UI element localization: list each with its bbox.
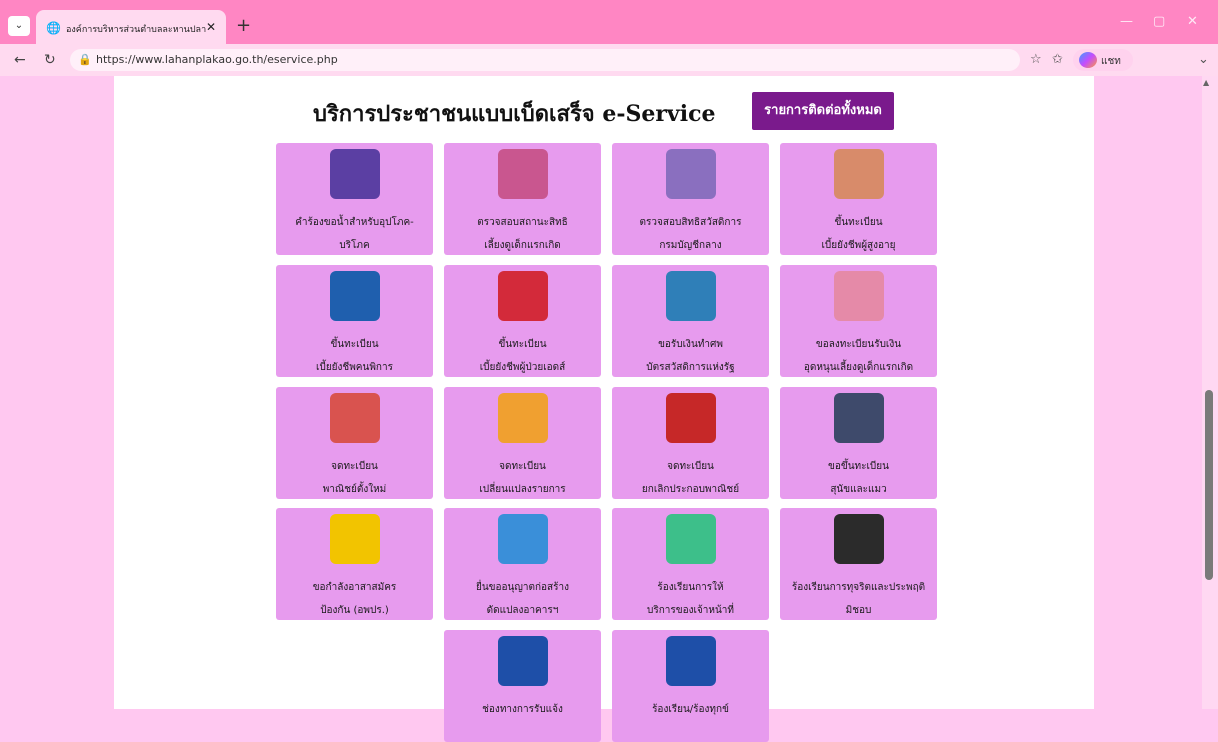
- service-label: ขอลงทะเบียนรับเงิน: [815, 339, 902, 350]
- service-label: พาณิชย์ตั้งใหม่: [322, 484, 387, 495]
- tab-actions-chevron-icon[interactable]: ⌄: [8, 16, 30, 36]
- service-card[interactable]: ขอขึ้นทะเบียนสุนัขและแมว: [780, 387, 937, 499]
- new-tab-button[interactable]: +: [236, 15, 251, 36]
- service-card[interactable]: ร้องเรียนการทุจริตและประพฤติมิชอบ: [780, 508, 937, 620]
- shop-storefront-icon: [330, 393, 380, 443]
- service-label: ตรวจสอบสิทธิสวัสดิการ: [639, 217, 742, 228]
- service-label: เลี้ยงดูเด็กแรกเกิด: [484, 240, 561, 251]
- all-contacts-button[interactable]: รายการติดต่อทั้งหมด: [752, 92, 894, 130]
- menu-chevron-icon[interactable]: ⌄: [1198, 52, 1209, 67]
- chat-complaint-icon: [666, 514, 716, 564]
- service-label: จดทะเบียน: [499, 461, 546, 472]
- service-label: ยื่นขออนุญาตก่อสร้าง: [475, 582, 570, 593]
- service-label: ขอกำลังอาสาสมัคร: [312, 582, 397, 593]
- service-label: ขอรับเงินทำศพ: [658, 339, 723, 350]
- buildings-icon: [498, 514, 548, 564]
- service-card[interactable]: ขึ้นทะเบียนเบี้ยยังชีพผู้ป่วยเอดส์: [444, 265, 601, 377]
- close-tab-icon[interactable]: ✕: [206, 20, 216, 34]
- service-label: ขึ้นทะเบียน: [330, 339, 379, 350]
- service-label: อุดหนุนเลี้ยงดูเด็กแรกเกิด: [803, 362, 914, 373]
- tab-bar: ⌄ 🌐 องค์การบริหารส่วนตำบลละหานปลาค้าว ✕ …: [0, 0, 1218, 44]
- service-card[interactable]: ขอลงทะเบียนรับเงินอุดหนุนเลี้ยงดูเด็กแรก…: [780, 265, 937, 377]
- service-label: ตรวจสอบสถานะสิทธิ: [477, 217, 568, 228]
- service-card[interactable]: คำร้องขอน้ำสำหรับอุปโภค- บริโภค: [276, 143, 433, 255]
- service-label: บริโภค: [339, 240, 370, 251]
- service-card[interactable]: ขอกำลังอาสาสมัครป้องกัน (อพปร.): [276, 508, 433, 620]
- page-title: บริการประชาชนแบบเบ็ดเสร็จ e-Service: [313, 101, 716, 127]
- back-icon[interactable]: ←: [14, 52, 26, 68]
- service-card[interactable]: ร้องเรียน/ร้องทุกข์: [612, 630, 769, 742]
- service-label: จดทะเบียน: [331, 461, 378, 472]
- favorite-star-icon[interactable]: ☆: [1030, 52, 1042, 67]
- service-label: ขอขึ้นทะเบียน: [828, 461, 889, 472]
- service-label: มิชอบ: [845, 605, 872, 616]
- comment-bubble-icon: [498, 636, 548, 686]
- comptroller-seal-icon: [666, 149, 716, 199]
- service-card[interactable]: ขอรับเงินทำศพบัตรสวัสดิการแห่งรัฐ: [612, 265, 769, 377]
- scrollbar-thumb[interactable]: [1205, 390, 1213, 580]
- mother-baby-icon: [498, 149, 548, 199]
- service-card[interactable]: ช่องทางการรับแจ้ง: [444, 630, 601, 742]
- service-label: กรมบัญชีกลาง: [659, 240, 722, 251]
- service-label: ดัดแปลงอาคารฯ: [486, 605, 559, 616]
- page-content: [114, 76, 1094, 709]
- elderly-couple-icon: [834, 149, 884, 199]
- service-label: ร้องเรียนการให้: [657, 582, 724, 593]
- wheelchair-icon: [330, 271, 380, 321]
- service-label: ป้องกัน (อพปร.): [320, 605, 389, 616]
- close-window-icon[interactable]: ✕: [1187, 14, 1198, 29]
- browser-tab[interactable]: 🌐 องค์การบริหารส่วนตำบลละหานปลาค้าว ✕: [36, 10, 226, 44]
- service-label: ร้องเรียน/ร้องทุกข์: [652, 704, 729, 715]
- volunteer-badge-icon: [330, 514, 380, 564]
- service-label: ขึ้นทะเบียน: [498, 339, 547, 350]
- service-label: ขึ้นทะเบียน: [834, 217, 883, 228]
- refresh-icon[interactable]: ↻: [44, 52, 56, 68]
- service-card[interactable]: ตรวจสอบสิทธิสวัสดิการกรมบัญชีกลาง: [612, 143, 769, 255]
- service-label: ร้องเรียนการทุจริตและประพฤติ: [791, 582, 926, 593]
- service-label: ช่องทางการรับแจ้ง: [482, 704, 563, 715]
- service-label: เปลี่ยนแปลงรายการ: [479, 484, 566, 495]
- newborn-baby-icon: [834, 271, 884, 321]
- address-toolbar: ← ↻ 🔒 https://www.lahanplakao.go.th/eser…: [0, 44, 1218, 76]
- url-text: https://www.lahanplakao.go.th/eservice.p…: [96, 53, 338, 66]
- service-label: บัตรสวัสดิการแห่งรัฐ: [646, 362, 735, 373]
- copilot-icon: [1079, 52, 1097, 68]
- aids-ribbon-icon: [498, 271, 548, 321]
- service-card[interactable]: ยื่นขออนุญาตก่อสร้างดัดแปลงอาคารฯ: [444, 508, 601, 620]
- minimize-icon[interactable]: —: [1120, 14, 1133, 29]
- lock-icon: 🔒: [78, 53, 92, 66]
- change-people-icon: [498, 393, 548, 443]
- copilot-button[interactable]: แชท: [1073, 49, 1133, 71]
- service-label: เบี้ยยังชีพผู้ป่วยเอดส์: [479, 362, 566, 373]
- service-card[interactable]: จดทะเบียนพาณิชย์ตั้งใหม่: [276, 387, 433, 499]
- service-label: เบี้ยยังชีพคนพิการ: [316, 362, 393, 373]
- scroll-up-icon[interactable]: ▲: [1203, 78, 1209, 87]
- copilot-label: แชท: [1101, 56, 1121, 67]
- service-card[interactable]: ร้องเรียนการให้บริการของเจ้าหน้าที่: [612, 508, 769, 620]
- google-form-icon: [330, 149, 380, 199]
- no-corruption-icon: [834, 514, 884, 564]
- id-card-icon: [666, 271, 716, 321]
- service-label: เบี้ยยังชีพผู้สูงอายุ: [821, 240, 896, 251]
- tab-title: องค์การบริหารส่วนตำบลละหานปลาค้าว: [66, 25, 206, 35]
- service-label: บริการของเจ้าหน้าที่: [646, 605, 734, 616]
- favorites-list-icon[interactable]: ✩: [1052, 52, 1063, 67]
- url-input[interactable]: 🔒 https://www.lahanplakao.go.th/eservice…: [70, 49, 1020, 71]
- service-label: จดทะเบียน: [667, 461, 714, 472]
- service-card[interactable]: จดทะเบียนยกเลิกประกอบพาณิชย์: [612, 387, 769, 499]
- service-label: คำร้องขอน้ำสำหรับอุปโภค-: [295, 217, 414, 228]
- service-card[interactable]: ตรวจสอบสถานะสิทธิเลี้ยงดูเด็กแรกเกิด: [444, 143, 601, 255]
- service-card[interactable]: ขึ้นทะเบียนเบี้ยยังชีพผู้สูงอายุ: [780, 143, 937, 255]
- service-label: สุนัขและแมว: [830, 484, 887, 495]
- globe-icon: 🌐: [46, 21, 61, 35]
- comment-bubble-icon: [666, 636, 716, 686]
- service-card[interactable]: จดทะเบียนเปลี่ยนแปลงรายการ: [444, 387, 601, 499]
- service-card[interactable]: ขึ้นทะเบียนเบี้ยยังชีพคนพิการ: [276, 265, 433, 377]
- maximize-icon[interactable]: ▢: [1153, 14, 1165, 29]
- shop-cancelled-icon: [666, 393, 716, 443]
- cat-dog-icon: [834, 393, 884, 443]
- service-label: ยกเลิกประกอบพาณิชย์: [641, 484, 740, 495]
